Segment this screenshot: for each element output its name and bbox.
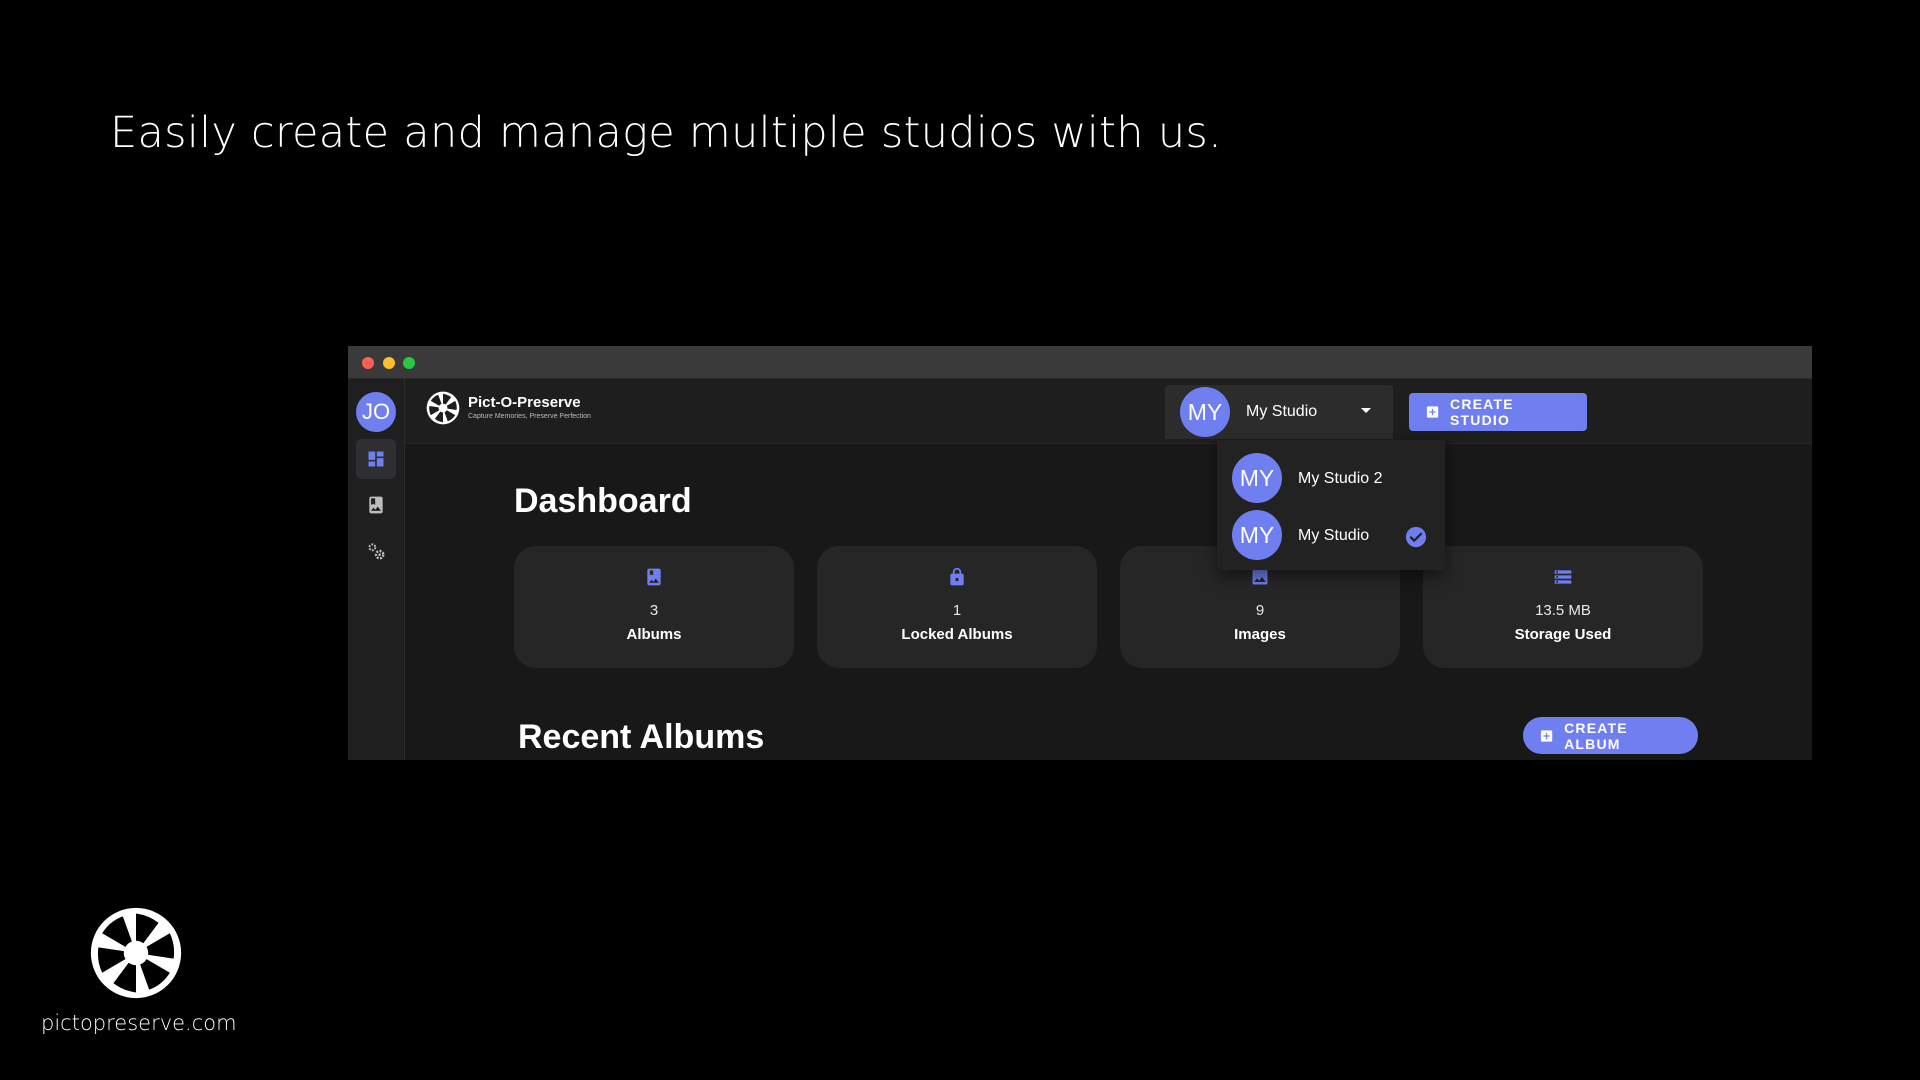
dashboard-icon	[368, 451, 384, 467]
stat-value: 3	[649, 602, 659, 619]
sidebar-item-dashboard[interactable]	[356, 439, 396, 479]
studio-option[interactable]: MY My Studio 2	[1217, 450, 1445, 506]
app-logo-icon	[426, 391, 460, 425]
add-box-icon	[1426, 406, 1439, 418]
lock-icon	[950, 567, 964, 586]
window-minimize-button[interactable]	[383, 357, 395, 369]
studio-option[interactable]: MY My Studio	[1217, 507, 1445, 563]
create-album-button[interactable]: CREATE ALBUM	[1523, 717, 1698, 754]
user-avatar[interactable]: JO	[356, 392, 396, 432]
studio-avatar: MY	[1232, 510, 1282, 560]
stat-card-storage-used[interactable]: 13.5 MB Storage Used	[1423, 546, 1703, 668]
photo-album-icon	[369, 496, 383, 514]
stat-value: 9	[1255, 602, 1265, 619]
sidebar-item-albums[interactable]	[356, 485, 396, 525]
add-box-icon	[1540, 729, 1553, 742]
create-studio-button[interactable]: CREATE STUDIO	[1409, 393, 1587, 431]
stat-label: Locked Albums	[901, 626, 1013, 643]
stat-label: Images	[1234, 626, 1286, 643]
studio-avatar: MY	[1232, 453, 1282, 503]
sidebar-item-settings[interactable]	[356, 531, 396, 571]
create-studio-label: CREATE STUDIO	[1450, 396, 1514, 428]
stat-card-albums[interactable]: 3 Albums	[514, 546, 794, 668]
stat-label: Storage Used	[1514, 626, 1612, 643]
page-title: Dashboard	[514, 482, 692, 520]
studio-dropdown-menu: MY My Studio 2 MY My Studio	[1217, 440, 1445, 570]
app-tagline: Capture Memories, Preserve Perfection	[468, 413, 591, 420]
studio-option-label: My Studio	[1298, 527, 1370, 544]
settings-gears-icon	[368, 543, 385, 560]
studio-selector-label: My Studio	[1246, 403, 1318, 420]
window-close-button[interactable]	[362, 357, 374, 369]
sidebar-rail: JO	[348, 379, 405, 760]
caret-down-icon	[1361, 408, 1371, 413]
stat-label: Albums	[626, 626, 682, 643]
website-url[interactable]: pictopreserve.com	[41, 1011, 237, 1035]
check-circle-icon	[1405, 526, 1427, 548]
studio-selector[interactable]: MY My Studio	[1165, 385, 1393, 439]
album-icon	[647, 568, 661, 586]
window-titlebar	[348, 346, 1812, 379]
storage-icon	[1554, 570, 1572, 584]
studio-option-label: My Studio 2	[1298, 470, 1383, 487]
stat-value: 1	[952, 602, 962, 619]
app-topbar: Pict-O-Preserve Capture Memories, Preser…	[405, 379, 1812, 444]
aperture-logo-icon	[90, 907, 182, 999]
slide-headline: Easily create and manage multiple studio…	[110, 108, 1223, 158]
recent-albums-title: Recent Albums	[518, 718, 765, 756]
create-album-label: CREATE ALBUM	[1564, 719, 1628, 752]
app-name: Pict-O-Preserve	[468, 394, 581, 411]
stat-value: 13.5 MB	[1535, 602, 1591, 619]
studio-avatar: MY	[1180, 387, 1230, 437]
window-maximize-button[interactable]	[403, 357, 415, 369]
stat-card-locked-albums[interactable]: 1 Locked Albums	[817, 546, 1097, 668]
